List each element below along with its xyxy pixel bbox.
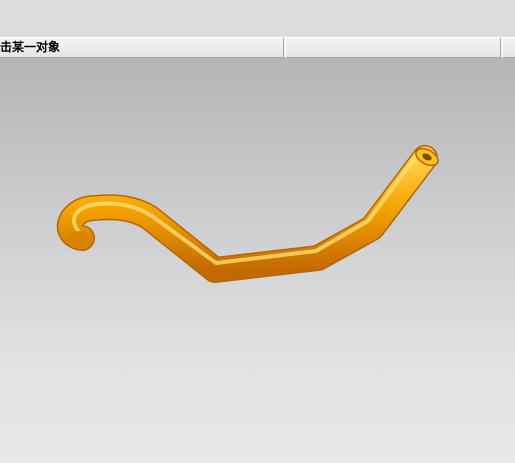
cad-application-window: 击某一对象 — [0, 0, 515, 463]
pipe-end-cap-left — [68, 231, 92, 249]
graphics-viewport[interactable] — [0, 58, 515, 463]
status-bar: 击某一对象 — [0, 37, 515, 58]
status-bar-cell — [285, 38, 501, 58]
toolbar-area — [0, 0, 515, 38]
status-bar-cell-end — [502, 38, 515, 58]
status-prompt-text: 击某一对象 — [0, 38, 284, 58]
pipe-model[interactable] — [0, 58, 515, 463]
